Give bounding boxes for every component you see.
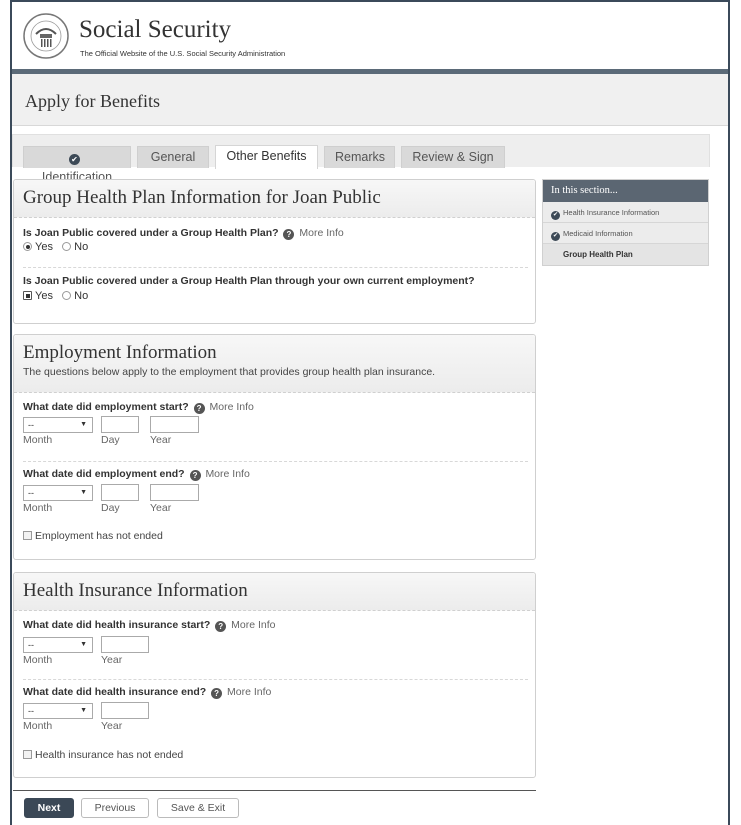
more-info-link[interactable]: More Info: [205, 468, 249, 480]
employment-end-day-input[interactable]: [101, 484, 139, 501]
help-icon[interactable]: ?: [283, 229, 295, 240]
divider: [23, 679, 528, 680]
employment-end-year-input[interactable]: [150, 484, 199, 501]
footer-divider: [13, 790, 536, 791]
group-health-header: Group Health Plan Information for Joan P…: [14, 180, 535, 218]
group-health-panel: Group Health Plan Information for Joan P…: [13, 179, 536, 324]
radio-selected-icon: [23, 242, 32, 251]
employment-title: Employment Information: [23, 342, 217, 363]
check-icon: ✔: [551, 211, 560, 220]
site-subtitle: The Official Website of the U.S. Social …: [80, 49, 286, 58]
more-info-link[interactable]: More Info: [231, 619, 275, 631]
insurance-end-question: What date did health insurance end? ? Mo…: [23, 686, 272, 699]
radio-selected-icon: [23, 291, 32, 300]
site-header: Social Security The Official Website of …: [12, 2, 728, 74]
insurance-end-year-input[interactable]: [101, 702, 149, 719]
health-insurance-panel: Health Insurance Information What date d…: [13, 572, 536, 778]
dropdown-arrow-icon: ▼: [80, 421, 87, 428]
previous-button[interactable]: Previous: [81, 798, 149, 818]
radio-icon: [62, 242, 72, 251]
sidebar-item-group-health-plan[interactable]: Group Health Plan: [543, 244, 708, 265]
gh-q1-options: Yes No: [23, 241, 88, 253]
check-icon: ✔: [69, 154, 80, 165]
employment-header: Employment Information The questions bel…: [14, 335, 535, 393]
sidebar-item-medicaid[interactable]: ✔ Medicaid Information: [543, 223, 708, 244]
health-insurance-header: Health Insurance Information: [14, 573, 535, 611]
insurance-end-month-select[interactable]: -- ▼: [23, 703, 93, 719]
checkbox-icon: [23, 750, 32, 759]
page-title: Apply for Benefits: [25, 91, 160, 111]
insurance-start-year-input[interactable]: [101, 636, 149, 653]
year-label: Year: [150, 502, 172, 514]
gh-q2-no[interactable]: No: [62, 290, 88, 302]
employment-end-month-select[interactable]: -- ▼: [23, 485, 93, 501]
section-sidebar: In this section... ✔ Health Insurance Inf…: [542, 179, 709, 266]
month-label: Month: [23, 434, 53, 446]
insurance-not-ended-checkbox[interactable]: Health insurance has not ended: [23, 749, 183, 761]
year-label: Year: [150, 434, 172, 446]
help-icon[interactable]: ?: [189, 470, 201, 481]
gh-q1-yes[interactable]: Yes: [23, 241, 53, 253]
employment-panel: Employment Information The questions bel…: [13, 334, 536, 560]
dropdown-arrow-icon: ▼: [80, 489, 87, 496]
more-info-link[interactable]: More Info: [227, 686, 271, 698]
tab-other-benefits[interactable]: Other Benefits: [215, 145, 318, 169]
insurance-start-question: What date did health insurance start? ? …: [23, 619, 276, 632]
gh-question-1: Is Joan Public covered under a Group Hea…: [23, 227, 344, 240]
year-label: Year: [101, 654, 123, 666]
dropdown-arrow-icon: ▼: [80, 641, 87, 648]
tab-remarks[interactable]: Remarks: [324, 146, 395, 168]
month-label: Month: [23, 502, 53, 514]
employment-start-month-select[interactable]: -- ▼: [23, 417, 93, 433]
save-exit-button[interactable]: Save & Exit: [157, 798, 239, 818]
tab-identification[interactable]: ✔Identification: [23, 146, 131, 184]
help-icon[interactable]: ?: [215, 621, 227, 632]
gh-question-2: Is Joan Public covered under a Group Hea…: [23, 275, 475, 287]
employment-end-question: What date did employment end? ? More Inf…: [23, 468, 250, 481]
next-button[interactable]: Next: [24, 798, 74, 818]
gh-q1-no[interactable]: No: [62, 241, 88, 253]
divider: [23, 267, 528, 268]
insurance-start-month-select[interactable]: -- ▼: [23, 637, 93, 653]
help-icon[interactable]: ?: [193, 403, 205, 414]
sidebar-title: In this section...: [543, 180, 708, 202]
employment-start-year-input[interactable]: [150, 416, 199, 433]
employment-not-ended-checkbox[interactable]: Employment has not ended: [23, 530, 163, 542]
sidebar-item-health-insurance[interactable]: ✔ Health Insurance Information: [543, 202, 708, 223]
day-label: Day: [101, 434, 120, 446]
employment-subtitle: The questions below apply to the employm…: [23, 366, 436, 378]
tab-general[interactable]: General: [137, 146, 209, 168]
employment-start-day-input[interactable]: [101, 416, 139, 433]
gh-q2-yes[interactable]: Yes: [23, 290, 53, 302]
tab-strip: ✔Identification General Other Benefits R…: [12, 134, 710, 184]
group-health-title: Group Health Plan Information for Joan P…: [23, 187, 381, 208]
health-insurance-title: Health Insurance Information: [23, 580, 248, 601]
day-label: Day: [101, 502, 120, 514]
month-label: Month: [23, 654, 53, 666]
dropdown-arrow-icon: ▼: [80, 707, 87, 714]
more-info-link[interactable]: More Info: [210, 401, 254, 413]
employment-start-question: What date did employment start? ? More I…: [23, 401, 254, 414]
check-icon: ✔: [551, 232, 560, 241]
more-info-link[interactable]: More Info: [299, 227, 343, 239]
help-icon[interactable]: ?: [211, 688, 223, 699]
gh-q2-options: Yes No: [23, 290, 88, 302]
page-title-bar: Apply for Benefits: [12, 74, 728, 126]
divider: [23, 461, 528, 462]
site-title: Social Security: [79, 16, 232, 43]
tab-review-sign[interactable]: Review & Sign: [401, 146, 505, 168]
ssa-seal-icon: [23, 13, 69, 59]
checkbox-icon: [23, 531, 32, 540]
month-label: Month: [23, 720, 53, 732]
radio-icon: [62, 291, 72, 300]
year-label: Year: [101, 720, 123, 732]
